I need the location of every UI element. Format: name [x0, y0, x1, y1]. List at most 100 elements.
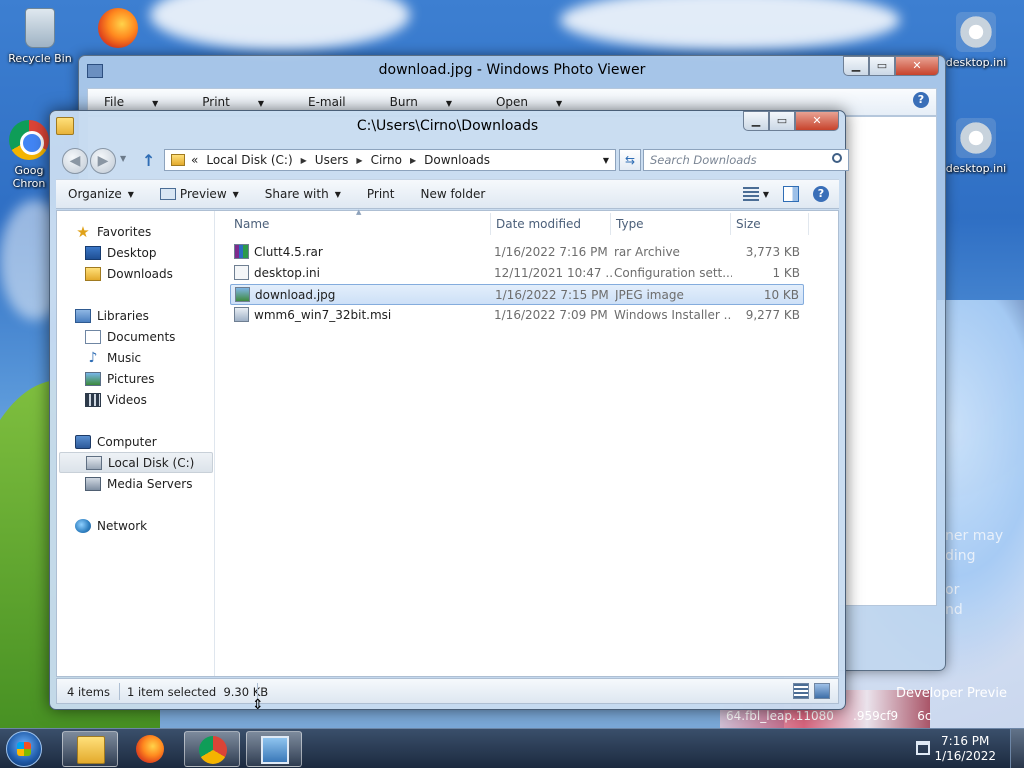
chevron-down-icon[interactable]: ▼ — [603, 156, 609, 165]
column-date-modified[interactable]: Date modified — [496, 217, 581, 231]
settings-file-icon — [956, 12, 996, 52]
photo-viewer-icon — [261, 736, 289, 764]
explorer-window[interactable]: C:\Users\Cirno\Downloads ▁ ▭ ✕ ◀ ▶ ▼ ↑ «… — [49, 110, 849, 710]
maximize-button[interactable]: ▭ — [869, 56, 895, 76]
back-button[interactable]: ◀ — [62, 148, 88, 174]
column-divider[interactable] — [808, 213, 809, 235]
chevron-down-icon: ▼ — [127, 189, 134, 199]
chrome-icon — [9, 120, 49, 160]
print-button[interactable]: Print — [367, 187, 395, 201]
desktop-icon-desktop-ini[interactable]: desktop.ini — [936, 12, 1016, 69]
chevron-right-icon[interactable]: ▶ — [301, 156, 307, 165]
breadcrumb-overflow[interactable]: « — [191, 153, 198, 167]
chrome-icon — [199, 736, 227, 764]
nav-videos[interactable]: Videos — [85, 389, 147, 410]
breadcrumb-downloads[interactable]: Downloads — [424, 153, 490, 167]
cloud — [560, 0, 900, 50]
preview-button[interactable]: Preview ▼ — [159, 187, 239, 201]
address-bar[interactable]: « Local Disk (C:) ▶ Users ▶ Cirno ▶ Down… — [164, 149, 616, 171]
documents-icon — [85, 329, 101, 344]
recent-pages-dropdown[interactable]: ▼ — [120, 154, 126, 163]
taskbar-firefox[interactable] — [122, 731, 178, 767]
chevron-right-icon[interactable]: ▶ — [356, 156, 362, 165]
refresh-button[interactable]: ⇆ — [619, 149, 641, 171]
column-headers: ▲ Name Date modified Type Size — [228, 208, 809, 237]
preview-pane-icon[interactable] — [783, 186, 799, 202]
new-folder-button[interactable]: New folder — [420, 187, 485, 201]
menu-email[interactable]: E-mail — [308, 95, 368, 109]
file-row[interactable]: wmm6_win7_32bit.msi 1/16/2022 7:09 PM Wi… — [230, 305, 804, 326]
nav-media-servers[interactable]: Media Servers — [85, 473, 192, 494]
column-name[interactable]: Name — [234, 217, 269, 231]
downloads-folder-icon — [85, 266, 101, 281]
show-desktop-button[interactable] — [1010, 729, 1024, 768]
column-divider[interactable] — [490, 213, 491, 235]
breadcrumb-users[interactable]: Users — [315, 153, 349, 167]
chevron-down-icon[interactable]: ▼ — [763, 190, 769, 199]
folder-icon — [171, 154, 185, 166]
nav-network[interactable]: Network — [75, 515, 147, 536]
nav-pictures[interactable]: Pictures — [85, 368, 155, 389]
menu-file[interactable]: File ▼ — [104, 95, 180, 109]
nav-music[interactable]: ♪ Music — [85, 347, 142, 368]
organize-button[interactable]: Organize ▼ — [68, 187, 134, 201]
desktop-icon-recycle-bin[interactable]: Recycle Bin — [0, 8, 80, 65]
desktop-icon-desktop-ini-2[interactable]: desktop.ini — [936, 118, 1016, 175]
large-icons-view-icon[interactable] — [814, 683, 830, 699]
file-size: 9,277 KB — [745, 308, 800, 322]
column-type[interactable]: Type — [616, 217, 644, 231]
start-button[interactable] — [6, 731, 42, 767]
file-date: 1/16/2022 7:15 PM — [495, 288, 609, 302]
file-row[interactable]: Clutt4.5.rar 1/16/2022 7:16 PM rar Archi… — [230, 242, 804, 263]
clock[interactable]: 7:16 PM 1/16/2022 — [934, 734, 996, 764]
nav-favorites[interactable]: ★ Favorites — [75, 221, 151, 242]
file-row-selected[interactable]: download.jpg 1/16/2022 7:15 PM JPEG imag… — [230, 284, 804, 305]
menu-open[interactable]: Open ▼ — [496, 95, 584, 109]
file-type: rar Archive — [614, 245, 680, 259]
settings-file-icon — [956, 118, 996, 158]
content-area: ★ Favorites Desktop Downloads Libraries D… — [56, 208, 839, 677]
details-view-icon[interactable] — [793, 683, 809, 699]
file-row[interactable]: desktop.ini 12/11/2021 10:47 ... Configu… — [230, 263, 804, 284]
forward-button[interactable]: ▶ — [90, 148, 116, 174]
nav-local-disk[interactable]: Local Disk (C:) — [59, 452, 213, 473]
search-input[interactable]: Search Downloads — [643, 149, 849, 171]
help-icon[interactable]: ? — [813, 186, 829, 202]
maximize-button[interactable]: ▭ — [769, 111, 795, 131]
close-button[interactable]: ✕ — [895, 56, 939, 76]
change-view-icon[interactable] — [742, 187, 759, 201]
share-with-button[interactable]: Share with ▼ — [265, 187, 341, 201]
network-tray-icon[interactable] — [916, 741, 930, 755]
nav-computer[interactable]: Computer — [75, 431, 157, 452]
firefox-icon — [136, 735, 164, 763]
nav-documents[interactable]: Documents — [85, 326, 175, 347]
watermark-build-name: Developer Previe — [896, 686, 1007, 701]
desktop-icon-firefox[interactable] — [78, 8, 158, 52]
minimize-button[interactable]: ▁ — [743, 111, 769, 131]
menu-print[interactable]: Print ▼ — [202, 95, 286, 109]
nav-downloads[interactable]: Downloads — [85, 263, 173, 284]
window-controls: ▁ ▭ ✕ — [743, 111, 839, 131]
taskbar-explorer[interactable] — [62, 731, 118, 767]
firefox-icon — [98, 8, 138, 48]
desktop-icon — [85, 245, 101, 260]
cloud — [150, 0, 410, 50]
menu-burn[interactable]: Burn ▼ — [390, 95, 474, 109]
star-icon: ★ — [76, 222, 90, 241]
breadcrumb-local-disk[interactable]: Local Disk (C:) — [206, 153, 292, 167]
column-size[interactable]: Size — [736, 217, 761, 231]
breadcrumb-cirno[interactable]: Cirno — [371, 153, 402, 167]
taskbar-photo-viewer[interactable] — [246, 731, 302, 767]
column-divider[interactable] — [730, 213, 731, 235]
nav-desktop[interactable]: Desktop — [85, 242, 157, 263]
navigation-pane: ★ Favorites Desktop Downloads Libraries D… — [57, 211, 215, 676]
minimize-button[interactable]: ▁ — [843, 56, 869, 76]
nav-libraries[interactable]: Libraries — [75, 305, 149, 326]
desktop-icon-label: desktop.ini — [945, 56, 1007, 69]
column-divider[interactable] — [610, 213, 611, 235]
close-button[interactable]: ✕ — [795, 111, 839, 131]
help-icon[interactable]: ? — [913, 92, 929, 108]
taskbar-chrome[interactable] — [184, 731, 240, 767]
chevron-right-icon[interactable]: ▶ — [410, 156, 416, 165]
up-level-button[interactable]: ↑ — [142, 151, 155, 170]
